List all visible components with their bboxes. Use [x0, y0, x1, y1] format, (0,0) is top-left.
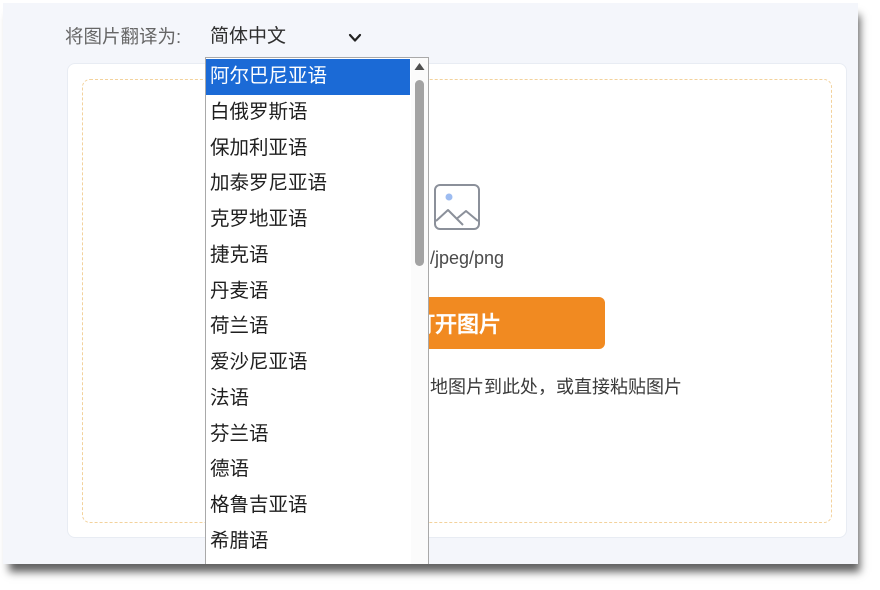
- language-option[interactable]: 保加利亚语: [206, 131, 410, 167]
- language-option[interactable]: 丹麦语: [206, 274, 410, 310]
- target-language-label: 将图片翻译为:: [65, 26, 182, 47]
- drop-zone[interactable]: /jpeg/png 打开图片 地图片到此处，或直接粘贴图片: [82, 79, 832, 523]
- scroll-up-arrow-shape: [414, 63, 425, 70]
- language-option[interactable]: 德语: [206, 452, 410, 488]
- language-option[interactable]: 加泰罗尼亚语: [206, 166, 410, 202]
- language-option[interactable]: 克罗地亚语: [206, 202, 410, 238]
- scrollbar-thumb[interactable]: [415, 80, 424, 266]
- upload-card: /jpeg/png 打开图片 地图片到此处，或直接粘贴图片: [67, 63, 847, 538]
- language-dropdown: 阿尔巴尼亚语 白俄罗斯语 保加利亚语 加泰罗尼亚语 克罗地亚语 捷克语 丹麦语 …: [205, 57, 429, 564]
- language-option[interactable]: 爱沙尼亚语: [206, 345, 410, 381]
- image-icon: [434, 184, 480, 230]
- dropdown-scrollbar[interactable]: [411, 58, 428, 564]
- language-option[interactable]: 希腊语: [206, 524, 410, 560]
- image-icon-frame: [434, 184, 480, 230]
- language-option[interactable]: 白俄罗斯语: [206, 95, 410, 131]
- language-option-list: 阿尔巴尼亚语 白俄罗斯语 保加利亚语 加泰罗尼亚语 克罗地亚语 捷克语 丹麦语 …: [206, 59, 410, 560]
- chevron-down-icon[interactable]: [348, 33, 362, 43]
- language-option[interactable]: 阿尔巴尼亚语: [206, 59, 410, 95]
- drop-hint-text: 地图片到此处，或直接粘贴图片: [430, 377, 682, 397]
- chevron-stroke: [348, 33, 362, 42]
- image-icon-mountains: [435, 209, 479, 226]
- language-option[interactable]: 格鲁吉亚语: [206, 488, 410, 524]
- target-language-select[interactable]: 简体中文: [205, 22, 370, 52]
- language-option[interactable]: 芬兰语: [206, 417, 410, 453]
- triangle-up-icon[interactable]: [411, 58, 428, 75]
- language-option[interactable]: 荷兰语: [206, 309, 410, 345]
- image-icon-sun: [445, 193, 453, 201]
- app-panel: 将图片翻译为: 简体中文 /jpeg/png 打开图片 地图片到此处，或直接粘贴…: [3, 3, 858, 564]
- language-option[interactable]: 捷克语: [206, 238, 410, 274]
- supported-formats-text: /jpeg/png: [430, 248, 505, 268]
- selected-language: 简体中文: [210, 26, 287, 47]
- language-option[interactable]: 法语: [206, 381, 410, 417]
